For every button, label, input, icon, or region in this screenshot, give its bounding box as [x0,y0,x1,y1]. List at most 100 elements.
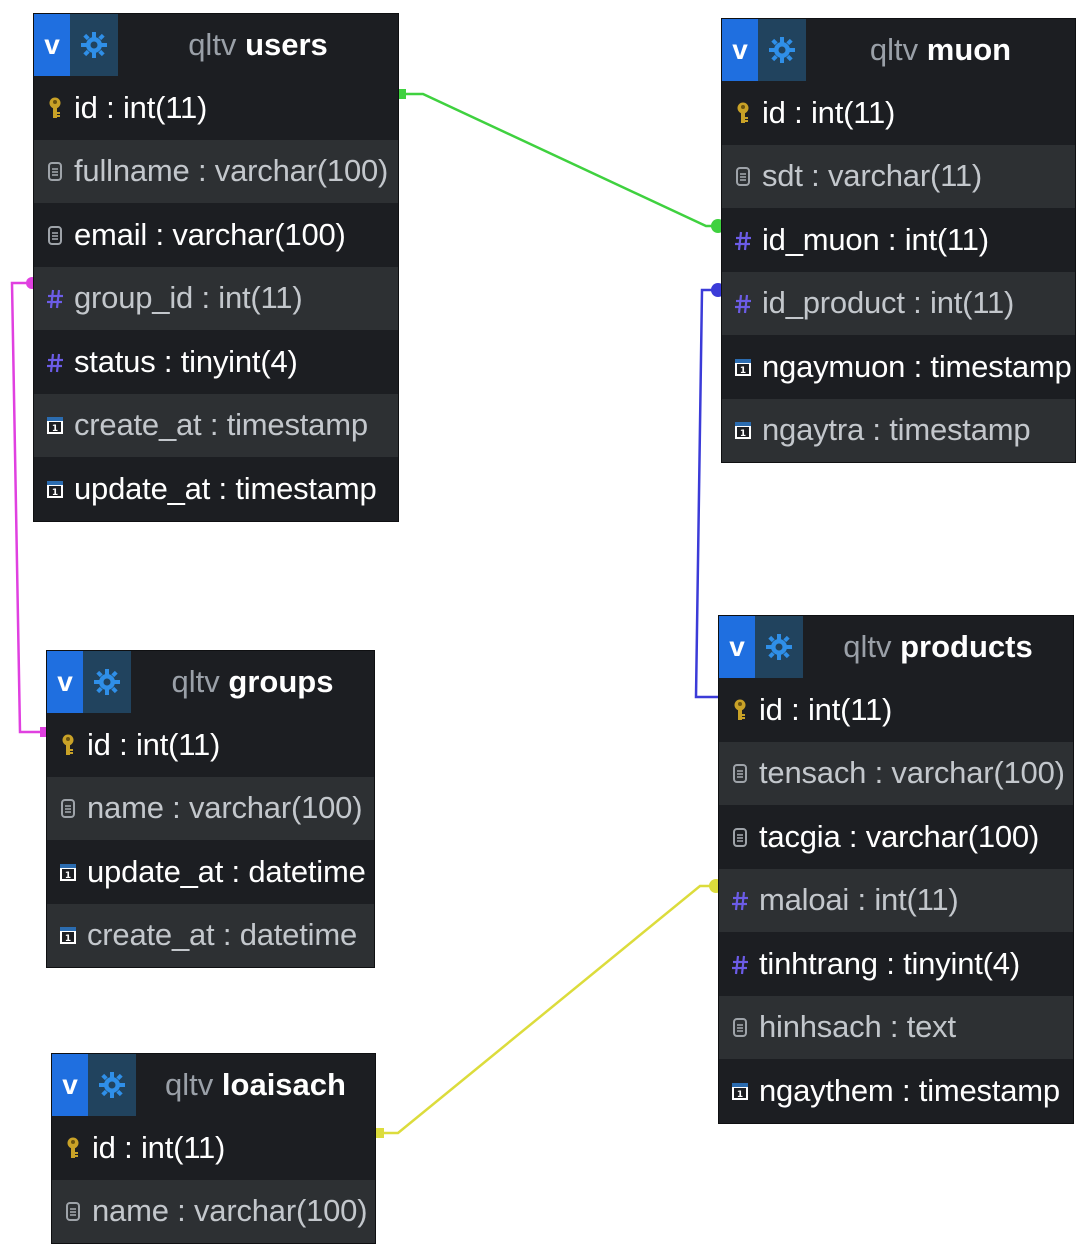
column-row[interactable]: email : varchar(100) [34,203,398,267]
table-name: loaisach [221,1067,346,1102]
numeric-field-icon [729,885,751,915]
table-header[interactable]: v qltv groups [47,651,374,713]
gear-icon [81,32,107,58]
date-field-icon: 1 [44,474,66,504]
date-field-icon: 1 [44,410,66,440]
svg-text:1: 1 [740,366,746,376]
relation-users-muon [400,92,720,228]
view-table-button[interactable]: v [52,1054,88,1116]
column-row[interactable]: id_muon : int(11) [722,208,1075,272]
column-row[interactable]: 1 ngaymuon : timestamp [722,335,1075,399]
table-title[interactable]: qltv users [118,27,398,63]
gear-icon [94,669,120,695]
table-title[interactable]: qltv muon [806,32,1075,68]
table-title[interactable]: qltv loaisach [136,1067,375,1103]
column-row[interactable]: tensach : varchar(100) [719,741,1073,805]
column-row[interactable]: id : int(11) [52,1116,375,1180]
table-options-button[interactable] [88,1054,136,1116]
column-definition: id_product : int(11) [762,285,1015,321]
table-header[interactable]: v qltv products [719,616,1073,678]
table-header[interactable]: v qltv loaisach [52,1054,375,1116]
table-users[interactable]: v qltv users id : int(11) fullname : varcha… [33,13,399,522]
view-table-button[interactable]: v [719,616,755,678]
svg-text:1: 1 [737,1090,743,1100]
date-field-icon: 1 [57,857,79,887]
key-icon [62,1133,84,1163]
table-options-button[interactable] [755,616,803,678]
table-options-button[interactable] [70,14,118,76]
table-loaisach[interactable]: v qltv loaisach id : int(11) name : varchar… [51,1053,376,1244]
column-row[interactable]: id : int(11) [47,713,374,777]
column-definition: sdt : varchar(11) [762,158,982,194]
column-definition: name : varchar(100) [87,790,363,826]
column-definition: update_at : datetime [87,853,366,889]
column-row[interactable]: 1 create_at : timestamp [34,393,398,457]
view-table-button[interactable]: v [47,651,83,713]
database-name: qltv [869,32,919,67]
column-definition: ngaytra : timestamp [762,412,1031,448]
column-row[interactable]: tacgia : varchar(100) [719,805,1073,869]
column-row[interactable]: tinhtrang : tinyint(4) [719,932,1073,996]
column-row[interactable]: sdt : varchar(11) [722,144,1075,208]
column-definition: update_at : timestamp [74,470,377,506]
table-options-button[interactable] [83,651,131,713]
column-row[interactable]: id : int(11) [722,81,1075,145]
numeric-field-icon [729,949,751,979]
table-groups[interactable]: v qltv groups id : int(11) name : varchar(1… [46,650,375,968]
column-definition: id : int(11) [759,691,893,727]
table-title[interactable]: qltv products [803,629,1073,665]
view-table-button[interactable]: v [722,19,758,81]
column-definition: ngaythem : timestamp [759,1072,1060,1108]
table-options-button[interactable] [758,19,806,81]
column-row[interactable]: status : tinyint(4) [34,330,398,394]
key-icon [732,98,754,128]
column-definition: fullname : varchar(100) [74,153,389,189]
numeric-field-icon [732,288,754,318]
column-row[interactable]: 1 ngaythem : timestamp [719,1059,1073,1123]
column-definition: create_at : datetime [87,917,357,953]
column-row[interactable]: name : varchar(100) [47,776,374,840]
column-row[interactable]: maloai : int(11) [719,868,1073,932]
svg-text:1: 1 [65,871,71,881]
database-name: qltv [165,1067,214,1102]
column-row[interactable]: 1 update_at : timestamp [34,457,398,521]
column-row[interactable]: 1 create_at : datetime [47,903,374,967]
text-field-icon [62,1196,84,1226]
column-row[interactable]: fullname : varchar(100) [34,139,398,203]
date-field-icon: 1 [57,920,79,950]
key-icon [729,695,751,725]
svg-text:1: 1 [52,488,58,498]
svg-text:1: 1 [52,424,58,434]
gear-icon [766,634,792,660]
numeric-field-icon [44,283,66,313]
table-muon[interactable]: v qltv muon id : int(11) sdt : varchar(11) i… [721,18,1076,463]
table-title[interactable]: qltv groups [131,664,374,700]
column-row[interactable]: id : int(11) [34,76,398,140]
table-header[interactable]: v qltv users [34,14,398,76]
numeric-field-icon [732,225,754,255]
relation-muon-products [694,288,718,699]
column-row[interactable]: 1 update_at : datetime [47,840,374,904]
table-products[interactable]: v qltv products id : int(11) tensach : varc… [718,615,1074,1124]
column-row[interactable]: id : int(11) [719,678,1073,742]
view-table-button[interactable]: v [34,14,70,76]
relation-users-muon-start-dot [398,89,406,99]
column-definition: id : int(11) [87,726,221,762]
table-header[interactable]: v qltv muon [722,19,1075,81]
text-field-icon [44,220,66,250]
column-definition: tinhtrang : tinyint(4) [759,945,1020,981]
column-definition: name : varchar(100) [92,1193,368,1229]
database-name: qltv [188,27,237,62]
column-row[interactable]: group_id : int(11) [34,266,398,330]
key-icon [57,730,79,760]
column-definition: id : int(11) [762,94,896,130]
gear-icon [99,1072,125,1098]
column-row[interactable]: name : varchar(100) [52,1179,375,1243]
column-row[interactable]: 1 ngaytra : timestamp [722,398,1075,462]
date-field-icon: 1 [732,352,754,382]
column-row[interactable]: hinhsach : text [719,995,1073,1059]
text-field-icon [732,161,754,191]
column-definition: maloai : int(11) [759,882,959,918]
column-row[interactable]: id_product : int(11) [722,271,1075,335]
column-definition: status : tinyint(4) [74,343,298,379]
